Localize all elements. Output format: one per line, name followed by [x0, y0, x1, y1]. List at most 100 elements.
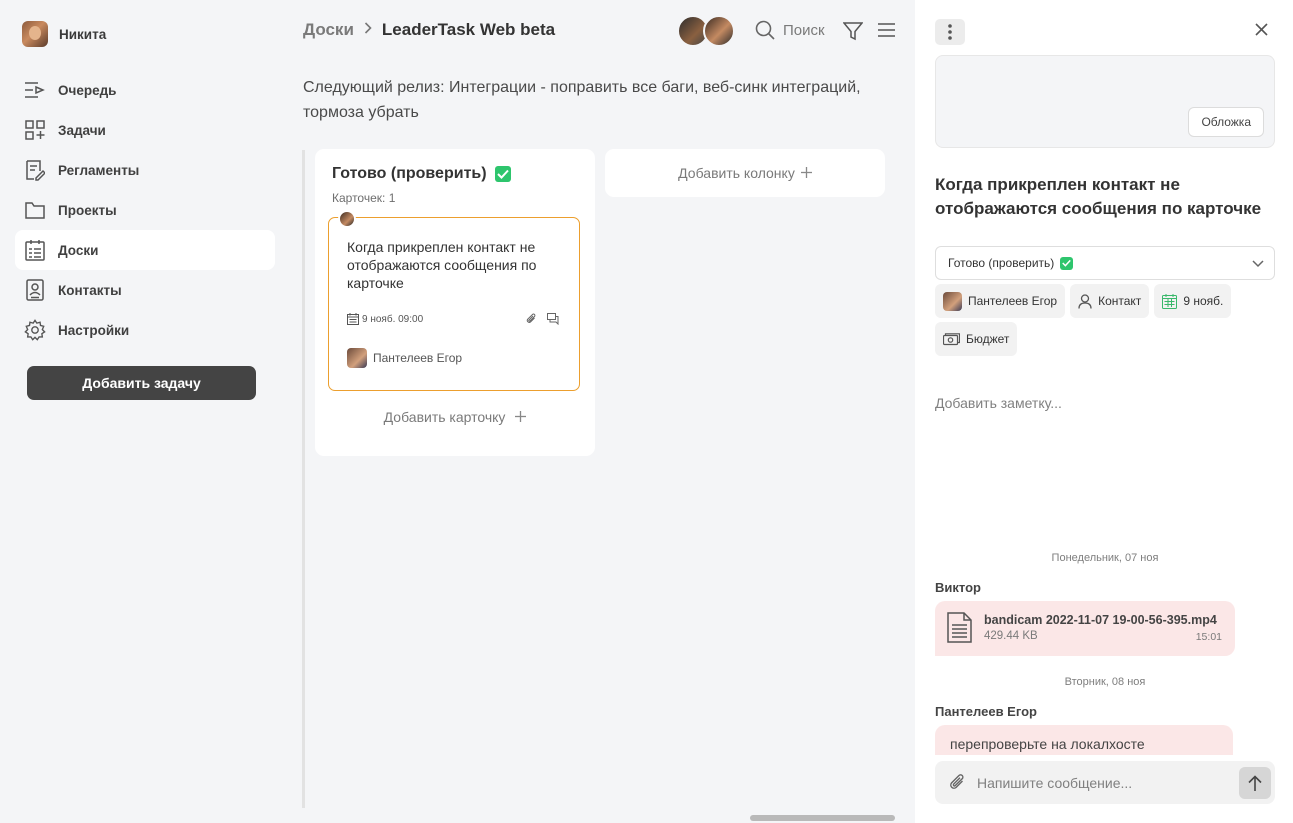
add-card-button[interactable]: Добавить карточку [315, 409, 595, 425]
message-input[interactable] [977, 772, 1227, 793]
sidebar-item-projects[interactable]: Проекты [15, 190, 275, 230]
more-vertical-icon [948, 24, 952, 40]
member-avatar[interactable] [703, 15, 735, 47]
regulations-icon [24, 159, 46, 181]
plus-icon [515, 409, 527, 425]
avatar [22, 21, 48, 47]
search-button[interactable]: Поиск [755, 20, 825, 40]
card-meta-icons [526, 313, 559, 325]
board-main: Доски LeaderTask Web beta Поиск Следующи… [290, 0, 915, 823]
task-card[interactable]: Когда прикреплен контакт не отображаются… [328, 210, 580, 391]
card-title: Когда прикреплен контакт не отображаются… [347, 239, 537, 291]
chat-message[interactable]: перепроверьте на локалхосте [935, 725, 1233, 755]
chevron-down-icon [1252, 257, 1264, 271]
card-date: 9 нояб. 09:00 [347, 313, 423, 325]
assignee-chip[interactable]: Пантелеев Егор [935, 284, 1066, 318]
breadcrumb-root-link[interactable]: Доски [303, 20, 354, 40]
search-label: Поиск [783, 21, 825, 39]
add-card-label: Добавить карточку [383, 409, 506, 425]
more-options-button[interactable] [935, 19, 965, 45]
calendar-icon [347, 313, 359, 325]
file-message[interactable]: bandicam 2022-11-07 19-00-56-395.mp4 429… [935, 601, 1235, 656]
assignee-chip-label: Пантелеев Егор [968, 294, 1058, 308]
task-details-panel: Обложка Когда прикреплен контакт не отоб… [915, 0, 1293, 823]
sidebar-item-regulations[interactable]: Регламенты [15, 150, 275, 190]
page-title: LeaderTask Web beta [381, 20, 556, 39]
add-task-button[interactable]: Добавить задачу [27, 366, 256, 400]
board-divider [302, 150, 305, 808]
sidebar-item-label: Задачи [58, 122, 106, 138]
breadcrumb: Доски LeaderTask Web beta [303, 20, 555, 40]
card-date-text: 9 нояб. 09:00 [362, 313, 424, 325]
sidebar-item-label: Контакты [58, 282, 122, 298]
note-input[interactable]: Добавить заметку... [935, 395, 1062, 411]
paperclip-icon [526, 313, 536, 323]
contacts-icon [24, 279, 46, 301]
horizontal-scrollbar[interactable] [750, 815, 895, 821]
date-chip[interactable]: 9 нояб. [1154, 284, 1232, 318]
add-column-label: Добавить колонку [678, 165, 795, 181]
calendar-icon [1162, 293, 1178, 309]
sidebar-item-contacts[interactable]: Контакты [15, 270, 275, 310]
card-assignee: Пантелеев Егор [347, 348, 462, 368]
chat-day-separator: Вторник, 08 ноя [1064, 676, 1146, 688]
budget-chip-label: Бюджет [966, 332, 1010, 346]
chat-day-separator: Понедельник, 07 ноя [1051, 552, 1159, 564]
column-card-count: Карточек: 1 [332, 191, 396, 205]
sidebar-item-label: Очередь [58, 82, 117, 98]
contact-chip-label: Контакт [1098, 294, 1142, 308]
document-icon [947, 612, 972, 648]
search-icon [755, 20, 775, 40]
message-time: 15:01 [1195, 631, 1222, 643]
money-icon [943, 332, 960, 345]
user-profile[interactable]: Никита [22, 21, 106, 47]
menu-icon[interactable] [877, 22, 896, 43]
plus-icon [800, 165, 812, 181]
arrow-up-icon [1248, 774, 1262, 791]
sidebar-item-label: Доски [58, 242, 99, 258]
cover-area: Обложка [935, 55, 1275, 148]
file-size: 429.44 KB [984, 630, 1038, 642]
date-chip-label: 9 нояб. [1183, 294, 1224, 308]
status-value: Готово (проверить) [948, 256, 1055, 270]
budget-chip[interactable]: Бюджет [935, 322, 1018, 356]
sidebar-item-tasks[interactable]: Задачи [15, 110, 275, 150]
paperclip-icon[interactable] [948, 773, 967, 797]
sidebar-item-boards[interactable]: Доски [15, 230, 275, 270]
person-icon [1078, 293, 1092, 309]
sidebar-item-settings[interactable]: Настройки [15, 310, 275, 350]
cover-button[interactable]: Обложка [1188, 107, 1264, 137]
board-members[interactable] [677, 15, 735, 47]
card-assignee-name: Пантелеев Егор [373, 351, 463, 365]
gear-icon [24, 319, 46, 341]
file-name: bandicam 2022-11-07 19-00-56-395.mp4 [984, 613, 1217, 627]
card-author-avatar [338, 210, 356, 228]
status-select[interactable]: Готово (проверить) [935, 246, 1275, 280]
message-sender: Виктор [935, 580, 981, 595]
add-column-button[interactable]: Добавить колонку [605, 149, 885, 197]
sidebar-item-label: Настройки [58, 322, 130, 338]
column-title[interactable]: Готово (проверить) [332, 165, 511, 183]
task-title[interactable]: Когда прикреплен контакт не отображаются… [935, 173, 1280, 221]
contact-chip[interactable]: Контакт [1070, 284, 1150, 318]
tasks-grid-icon [24, 119, 46, 141]
message-sender: Пантелеев Егор [935, 704, 1037, 719]
sidebar-item-label: Проекты [58, 202, 117, 218]
folder-icon [24, 199, 46, 221]
board-icon [24, 239, 46, 261]
release-note: Следующий релиз: Интеграции - поправить … [303, 79, 861, 121]
filter-icon[interactable] [842, 21, 864, 46]
board-column: Готово (проверить) Карточек: 1 Когда при… [315, 149, 595, 456]
sidebar-nav: Очередь Задачи Регламенты Проекты Доски [15, 70, 275, 350]
close-icon[interactable] [1255, 23, 1268, 41]
check-icon [1060, 256, 1074, 270]
column-title-text: Готово (проверить) [332, 165, 487, 182]
sidebar-item-label: Регламенты [58, 162, 140, 178]
sidebar: Никита Очередь Задачи Регламенты Проекты [0, 0, 290, 823]
avatar [347, 348, 367, 368]
send-button[interactable] [1239, 767, 1271, 799]
message-composer [935, 761, 1275, 804]
task-properties: Пантелеев Егор Контакт 9 нояб. Бюджет [935, 284, 1280, 356]
sidebar-item-queue[interactable]: Очередь [15, 70, 275, 110]
check-icon [494, 166, 511, 182]
